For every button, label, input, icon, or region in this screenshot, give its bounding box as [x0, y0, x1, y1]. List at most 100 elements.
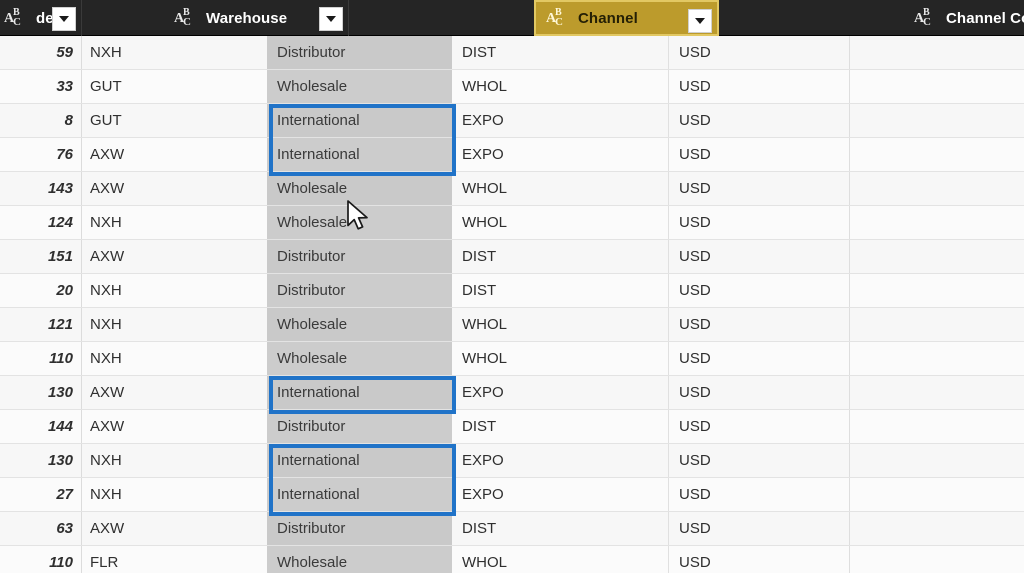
- cell-warehouse[interactable]: GUT: [82, 104, 267, 137]
- table-row[interactable]: 63 AXW Distributor DIST USD: [0, 512, 1024, 546]
- cell-index[interactable]: 110: [0, 546, 82, 573]
- table-row[interactable]: 124 NXH Wholesale WHOL USD: [0, 206, 1024, 240]
- cell-chancode[interactable]: WHOL: [452, 308, 668, 341]
- table-row[interactable]: 59 NXH Distributor DIST USD: [0, 36, 1024, 70]
- cell-currency[interactable]: USD: [668, 138, 850, 171]
- cell-chancode[interactable]: EXPO: [452, 376, 668, 409]
- cell-channel[interactable]: International: [267, 138, 452, 171]
- table-row[interactable]: 8 GUT International EXPO USD: [0, 104, 1024, 138]
- cell-channel[interactable]: International: [267, 104, 452, 137]
- cell-chancode[interactable]: WHOL: [452, 172, 668, 205]
- cell-warehouse[interactable]: NXH: [82, 478, 267, 511]
- table-row[interactable]: 27 NXH International EXPO USD: [0, 478, 1024, 512]
- cell-region[interactable]: [850, 206, 1024, 239]
- cell-index[interactable]: 130: [0, 444, 82, 477]
- cell-index[interactable]: 59: [0, 36, 82, 69]
- cell-warehouse[interactable]: NXH: [82, 36, 267, 69]
- cell-region[interactable]: [850, 172, 1024, 205]
- table-row[interactable]: 76 AXW International EXPO USD: [0, 138, 1024, 172]
- table-row[interactable]: 144 AXW Distributor DIST USD: [0, 410, 1024, 444]
- cell-index[interactable]: 121: [0, 308, 82, 341]
- cell-region[interactable]: [850, 444, 1024, 477]
- cell-warehouse[interactable]: AXW: [82, 512, 267, 545]
- table-row[interactable]: 110 FLR Wholesale WHOL USD: [0, 546, 1024, 573]
- cell-index[interactable]: 144: [0, 410, 82, 443]
- column-header-channel[interactable]: A B C Channel: [534, 0, 719, 36]
- cell-chancode[interactable]: WHOL: [452, 342, 668, 375]
- filter-dropdown-button-warehouse[interactable]: [319, 7, 343, 31]
- cell-currency[interactable]: USD: [668, 308, 850, 341]
- cell-index[interactable]: 110: [0, 342, 82, 375]
- cell-channel[interactable]: Distributor: [267, 36, 452, 69]
- filter-dropdown-button-index[interactable]: [52, 7, 76, 31]
- table-row[interactable]: 33 GUT Wholesale WHOL USD: [0, 70, 1024, 104]
- table-row[interactable]: 130 AXW International EXPO USD: [0, 376, 1024, 410]
- cell-region[interactable]: [850, 512, 1024, 545]
- cell-channel[interactable]: Distributor: [267, 240, 452, 273]
- cell-warehouse[interactable]: GUT: [82, 70, 267, 103]
- data-grid[interactable]: 59 NXH Distributor DIST USD 33 GUT Wholesale WHO…: [0, 36, 1024, 573]
- cell-channel[interactable]: International: [267, 376, 452, 409]
- cell-currency[interactable]: USD: [668, 512, 850, 545]
- cell-region[interactable]: [850, 70, 1024, 103]
- cell-region[interactable]: [850, 36, 1024, 69]
- cell-channel[interactable]: Wholesale: [267, 546, 452, 573]
- cell-channel[interactable]: International: [267, 444, 452, 477]
- cell-warehouse[interactable]: NXH: [82, 274, 267, 307]
- cell-chancode[interactable]: EXPO: [452, 478, 668, 511]
- cell-index[interactable]: 27: [0, 478, 82, 511]
- cell-index[interactable]: 63: [0, 512, 82, 545]
- cell-currency[interactable]: USD: [668, 104, 850, 137]
- cell-currency[interactable]: USD: [668, 274, 850, 307]
- cell-channel[interactable]: Wholesale: [267, 308, 452, 341]
- cell-currency[interactable]: USD: [668, 342, 850, 375]
- cell-warehouse[interactable]: AXW: [82, 172, 267, 205]
- cell-chancode[interactable]: DIST: [452, 240, 668, 273]
- cell-currency[interactable]: USD: [668, 172, 850, 205]
- cell-chancode[interactable]: DIST: [452, 36, 668, 69]
- cell-chancode[interactable]: WHOL: [452, 206, 668, 239]
- cell-chancode[interactable]: EXPO: [452, 104, 668, 137]
- cell-region[interactable]: [850, 308, 1024, 341]
- cell-currency[interactable]: USD: [668, 240, 850, 273]
- cell-currency[interactable]: USD: [668, 546, 850, 573]
- table-row[interactable]: 143 AXW Wholesale WHOL USD: [0, 172, 1024, 206]
- cell-channel[interactable]: Distributor: [267, 274, 452, 307]
- table-row[interactable]: 110 NXH Wholesale WHOL USD: [0, 342, 1024, 376]
- cell-warehouse[interactable]: FLR: [82, 546, 267, 573]
- table-row[interactable]: 121 NXH Wholesale WHOL USD: [0, 308, 1024, 342]
- cell-channel[interactable]: Wholesale: [267, 70, 452, 103]
- table-row[interactable]: 130 NXH International EXPO USD: [0, 444, 1024, 478]
- cell-channel[interactable]: Wholesale: [267, 206, 452, 239]
- cell-currency[interactable]: USD: [668, 206, 850, 239]
- cell-index[interactable]: 20: [0, 274, 82, 307]
- cell-region[interactable]: [850, 138, 1024, 171]
- cell-currency[interactable]: USD: [668, 70, 850, 103]
- column-header-index[interactable]: A B Cdex: [0, 0, 82, 36]
- cell-warehouse[interactable]: AXW: [82, 410, 267, 443]
- cell-region[interactable]: [850, 240, 1024, 273]
- cell-index[interactable]: 143: [0, 172, 82, 205]
- cell-chancode[interactable]: DIST: [452, 274, 668, 307]
- cell-index[interactable]: 124: [0, 206, 82, 239]
- cell-warehouse[interactable]: AXW: [82, 376, 267, 409]
- cell-chancode[interactable]: EXPO: [452, 444, 668, 477]
- table-row[interactable]: 151 AXW Distributor DIST USD: [0, 240, 1024, 274]
- cell-warehouse[interactable]: NXH: [82, 444, 267, 477]
- cell-currency[interactable]: USD: [668, 36, 850, 69]
- cell-region[interactable]: [850, 410, 1024, 443]
- column-header-warehouse[interactable]: A B C Warehouse: [164, 0, 349, 36]
- cell-chancode[interactable]: EXPO: [452, 138, 668, 171]
- cell-region[interactable]: [850, 376, 1024, 409]
- cell-region[interactable]: [850, 546, 1024, 573]
- cell-currency[interactable]: USD: [668, 478, 850, 511]
- cell-region[interactable]: [850, 104, 1024, 137]
- cell-channel[interactable]: Distributor: [267, 410, 452, 443]
- cell-index[interactable]: 8: [0, 104, 82, 137]
- cell-channel[interactable]: International: [267, 478, 452, 511]
- cell-region[interactable]: [850, 342, 1024, 375]
- column-header-chancode[interactable]: ABC Channel Code: [904, 0, 1024, 36]
- cell-chancode[interactable]: WHOL: [452, 70, 668, 103]
- cell-warehouse[interactable]: AXW: [82, 138, 267, 171]
- cell-index[interactable]: 151: [0, 240, 82, 273]
